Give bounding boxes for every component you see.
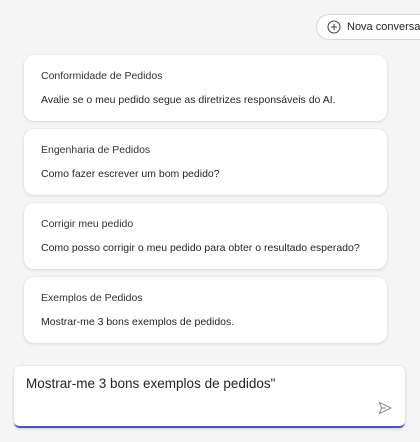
- suggestion-card-conformidade[interactable]: Conformidade de Pedidos Avalie se o meu …: [24, 55, 387, 121]
- suggestion-description: Avalie se o meu pedido segue as diretriz…: [41, 94, 336, 106]
- suggestion-title: Corrigir meu pedido: [41, 218, 134, 230]
- suggestion-description: Mostrar-me 3 bons exemplos de pedidos.: [41, 316, 235, 328]
- suggestion-title: Exemplos de Pedidos: [41, 292, 143, 304]
- suggestion-card-exemplos[interactable]: Exemplos de Pedidos Mostrar-me 3 bons ex…: [24, 277, 387, 343]
- suggestion-description: Como posso corrigir o meu pedido para ob…: [41, 242, 360, 254]
- new-chat-button[interactable]: Nova conversa: [316, 14, 420, 40]
- send-icon[interactable]: [377, 400, 393, 416]
- chat-input[interactable]: Mostrar-me 3 bons exemplos de pedidos": [26, 376, 275, 391]
- suggestion-title: Engenharia de Pedidos: [41, 144, 151, 156]
- suggestion-title: Conformidade de Pedidos: [41, 70, 163, 82]
- new-chat-label: Nova conversa: [347, 21, 420, 33]
- add-chat-icon: [327, 20, 341, 34]
- chat-composer[interactable]: Mostrar-me 3 bons exemplos de pedidos": [14, 366, 405, 428]
- suggestion-card-engenharia[interactable]: Engenharia de Pedidos Como fazer escreve…: [24, 129, 387, 195]
- suggestion-description: Como fazer escrever um bom pedido?: [41, 168, 220, 180]
- suggestion-card-corrigir[interactable]: Corrigir meu pedido Como posso corrigir …: [24, 203, 387, 269]
